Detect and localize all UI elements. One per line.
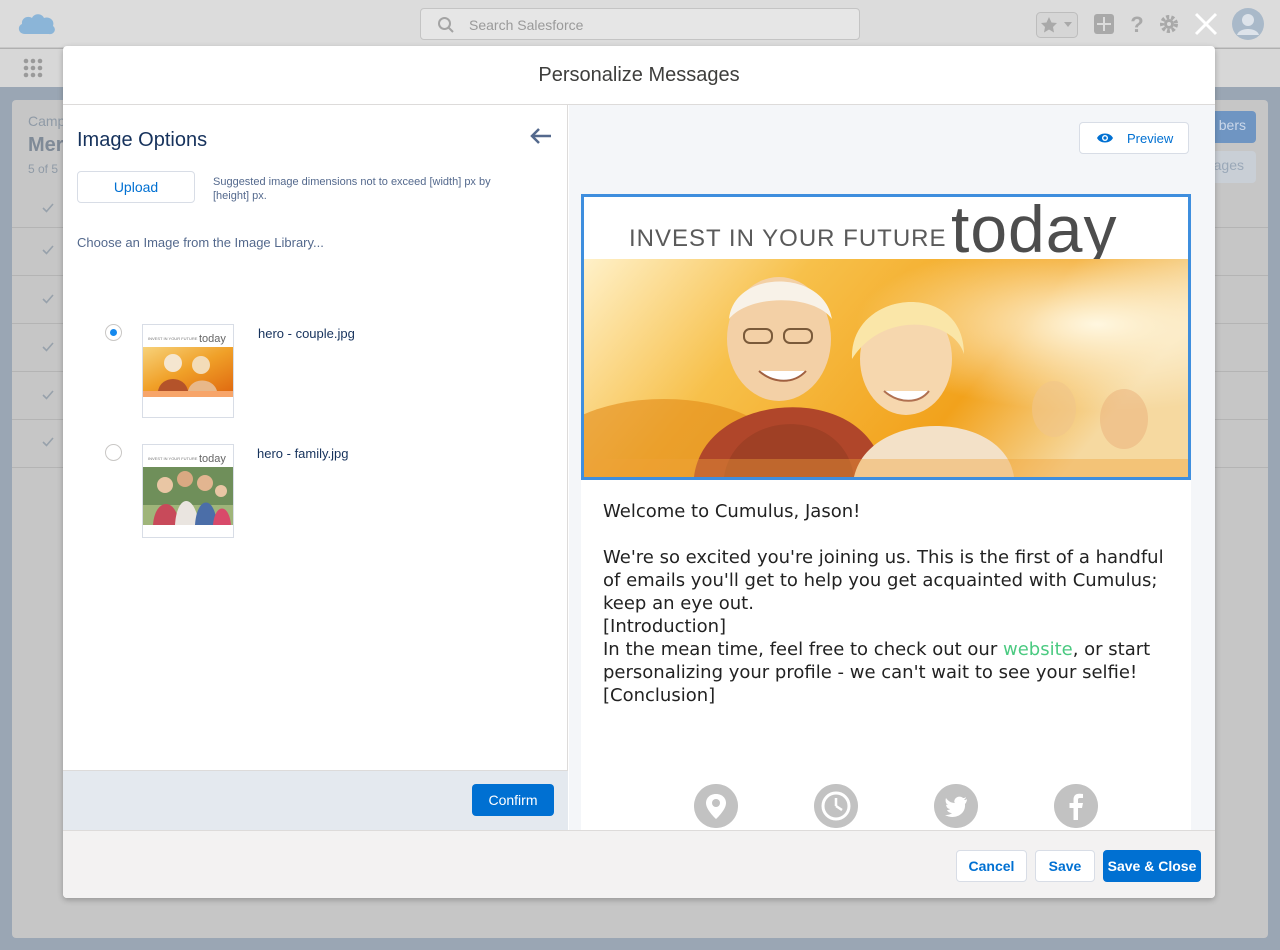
hero-couple-photo [584, 259, 1188, 477]
save-button[interactable]: Save [1035, 850, 1095, 882]
image-library-label: Choose an Image from the Image Library..… [77, 235, 324, 250]
setup-gear-icon[interactable] [1158, 13, 1180, 35]
image-radio-family[interactable] [105, 444, 122, 461]
modal-header: Personalize Messages [63, 46, 1215, 105]
global-create-icon[interactable] [1094, 14, 1114, 34]
svg-text:?: ? [1130, 13, 1143, 35]
image-name-couple[interactable]: hero - couple.jpg [258, 326, 355, 341]
image-thumbnail-family[interactable]: INVEST IN YOUR FUTURE today [142, 444, 234, 538]
upload-button[interactable]: Upload [77, 171, 195, 203]
bg-record-count: 5 of 5 [28, 162, 59, 176]
couple-thumbnail-image: INVEST IN YOUR FUTURE today [143, 325, 233, 417]
cancel-button[interactable]: Cancel [956, 850, 1027, 882]
back-arrow-icon[interactable] [529, 126, 553, 146]
modal-title: Personalize Messages [538, 64, 740, 86]
twitter-icon[interactable] [934, 784, 978, 828]
thumb-caption-small: INVEST IN YOUR FUTURE [148, 456, 198, 461]
bg-record-title: Mer [28, 134, 64, 156]
favorites-star-icon[interactable] [1036, 12, 1078, 38]
email-paragraph: We're so excited you're joining us. This… [603, 547, 1164, 614]
eye-icon [1097, 133, 1113, 143]
email-conclusion-placeholder: [Conclusion] [603, 685, 716, 706]
search-icon [438, 17, 454, 33]
bg-breadcrumb: Camp [28, 113, 66, 129]
facebook-icon[interactable] [1054, 784, 1098, 828]
image-thumbnail-couple[interactable]: INVEST IN YOUR FUTURE today [142, 324, 234, 418]
modal-close-icon[interactable] [1192, 10, 1220, 38]
image-radio-couple[interactable] [105, 324, 122, 341]
email-closing-paragraph: In the mean time, feel free to check out… [603, 638, 1173, 684]
checkmark-icon [42, 342, 54, 352]
email-body-text: Welcome to Cumulus, Jason! We're so exci… [603, 500, 1173, 707]
app-header: Search Salesforce ? [0, 0, 1280, 48]
confirm-button[interactable]: Confirm [472, 784, 554, 816]
email-introduction-placeholder: [Introduction] [603, 616, 727, 637]
personalize-messages-modal: Personalize Messages Image Options Uploa… [63, 46, 1215, 898]
email-preview-panel: Preview INVEST IN YOUR FUTURE today Welc… [569, 105, 1215, 830]
salesforce-cloud-logo[interactable] [16, 10, 56, 38]
checkmark-icon [42, 437, 54, 447]
library-image-item[interactable]: INVEST IN YOUR FUTURE today hero - famil… [63, 444, 568, 540]
library-image-item[interactable]: INVEST IN YOUR FUTURE today hero - coupl… [63, 324, 568, 420]
checkmark-icon [42, 294, 54, 304]
search-placeholder: Search Salesforce [469, 17, 584, 33]
checkmark-icon [42, 203, 54, 213]
preview-button[interactable]: Preview [1079, 122, 1189, 154]
image-options-title: Image Options [77, 129, 208, 151]
email-greeting: Welcome to Cumulus, Jason! [603, 501, 861, 522]
image-name-family[interactable]: hero - family.jpg [257, 446, 349, 461]
hero-headline-small: INVEST IN YOUR FUTURE [629, 225, 947, 252]
preview-button-label: Preview [1127, 131, 1174, 146]
global-search[interactable]: Search Salesforce [420, 8, 860, 40]
checkmark-icon [42, 245, 54, 255]
hero-image-block[interactable]: INVEST IN YOUR FUTURE today [581, 194, 1191, 480]
user-avatar-icon[interactable] [1231, 7, 1265, 41]
thumb-caption-small: INVEST IN YOUR FUTURE [148, 336, 198, 341]
image-options-footer: Confirm [63, 770, 568, 830]
checkmark-icon [42, 390, 54, 400]
website-link[interactable]: website [1003, 639, 1073, 660]
save-and-close-button[interactable]: Save & Close [1103, 850, 1201, 882]
hero-headline-big: today [951, 194, 1118, 266]
thumb-caption-big: today [199, 333, 226, 345]
family-thumbnail-image: INVEST IN YOUR FUTURE today [143, 445, 233, 537]
clock-icon[interactable] [814, 784, 858, 828]
email-preview: INVEST IN YOUR FUTURE today Welcome to C… [581, 194, 1191, 830]
upload-dimensions-hint: Suggested image dimensions not to exceed… [213, 176, 491, 202]
modal-footer: Cancel Save Save & Close [63, 830, 1215, 898]
image-options-panel: Image Options Upload Suggested image dim… [63, 105, 568, 830]
thumb-caption-big: today [199, 453, 226, 465]
email-text-before-link: In the mean time, feel free to check out… [603, 639, 1003, 660]
help-icon[interactable]: ? [1126, 13, 1148, 35]
location-pin-icon[interactable] [694, 784, 738, 828]
app-launcher-icon[interactable] [23, 58, 43, 78]
